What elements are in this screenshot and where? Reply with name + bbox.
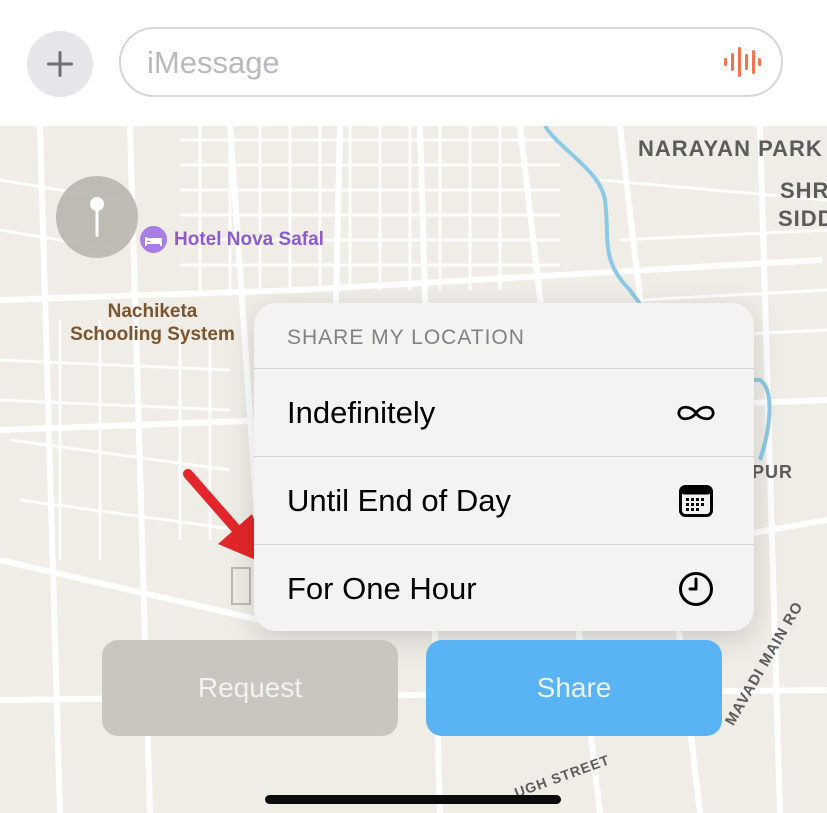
option-for-one-hour[interactable]: For One Hour xyxy=(254,545,754,631)
area-label-sidd: SIDD xyxy=(778,206,827,231)
bed-icon xyxy=(140,226,167,253)
share-location-menu: SHARE MY LOCATION Indefinitely Until End… xyxy=(254,303,754,631)
share-button[interactable]: Share xyxy=(426,640,722,736)
poi-hotel-nova-safal[interactable]: Hotel Nova Safal xyxy=(174,229,324,251)
option-label: Indefinitely xyxy=(287,395,436,430)
audio-waveform-icon[interactable] xyxy=(723,47,761,82)
infinity-icon xyxy=(676,396,716,430)
plus-icon[interactable] xyxy=(27,31,93,97)
option-until-end-of-day[interactable]: Until End of Day xyxy=(254,457,754,545)
option-label: Until End of Day xyxy=(287,483,511,518)
imessage-input[interactable] xyxy=(145,29,709,97)
request-button[interactable]: Request xyxy=(102,640,398,736)
area-label-narayan-park: NARAYAN PARK xyxy=(638,136,823,161)
option-indefinitely[interactable]: Indefinitely xyxy=(254,369,754,457)
clock-icon xyxy=(676,572,716,606)
area-label-shr: SHR xyxy=(780,178,827,203)
message-field xyxy=(119,27,783,97)
area-label-pur: PUR xyxy=(752,462,794,482)
menu-header: SHARE MY LOCATION xyxy=(254,303,754,369)
poi-nachiketa-school[interactable]: Nachiketa Schooling System xyxy=(60,300,245,346)
option-label: For One Hour xyxy=(287,571,477,606)
home-indicator[interactable] xyxy=(265,795,561,804)
compose-bar xyxy=(0,0,827,126)
calendar-icon xyxy=(676,484,716,518)
dropped-pin-icon[interactable] xyxy=(56,176,138,258)
